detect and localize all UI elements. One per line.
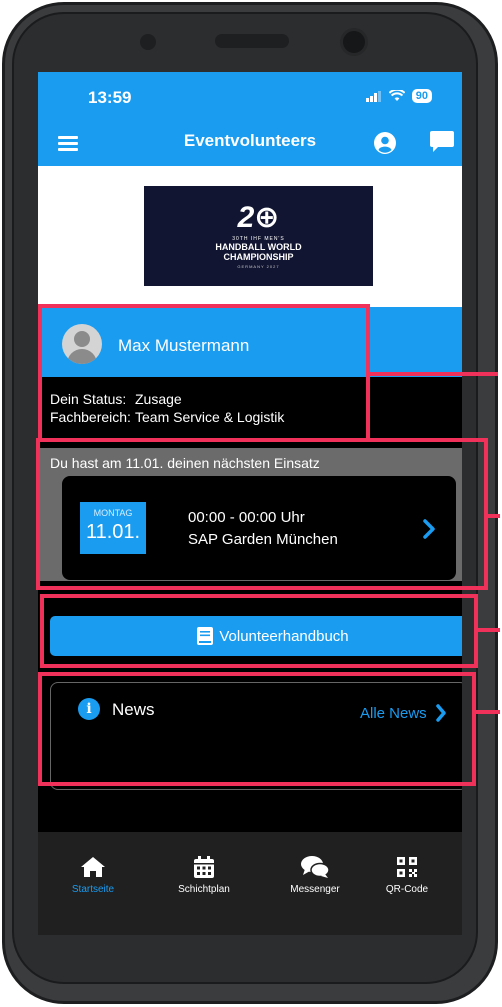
home-icon — [81, 857, 105, 877]
battery-level: 90 — [411, 89, 432, 103]
qr-code-icon — [397, 857, 417, 877]
event-logo: 2⊕ 30TH IHF MEN'S HANDBALL WORLD CHAMPIO… — [144, 186, 373, 286]
tab-startseite[interactable]: Startseite — [48, 850, 138, 895]
highlight-connector-news — [476, 710, 500, 714]
wifi-icon — [388, 90, 405, 101]
chat-bubbles-icon — [301, 856, 329, 878]
highlight-news — [38, 672, 476, 786]
chat-bubble-icon[interactable] — [430, 131, 454, 153]
logo-mark: 2⊕ — [237, 201, 280, 234]
highlight-connector-profile — [370, 372, 498, 376]
highlight-connector-handbook — [478, 628, 500, 632]
tab-messenger[interactable]: Messenger — [270, 850, 360, 895]
status-time: 13:59 — [88, 88, 132, 107]
highlight-handbook — [40, 594, 478, 668]
earpiece-speaker — [215, 34, 289, 48]
highlight-connector-assignment — [488, 514, 500, 518]
camera-lens — [340, 28, 368, 56]
calendar-icon — [194, 856, 214, 878]
front-camera — [140, 34, 156, 50]
user-circle-icon[interactable] — [374, 132, 396, 154]
status-icons: 90 — [365, 89, 432, 103]
app-title: Eventvolunteers — [183, 131, 317, 150]
app-header: Eventvolunteers — [38, 114, 462, 166]
signal-icon — [365, 90, 381, 102]
tab-schichtplan[interactable]: Schichtplan — [159, 850, 249, 895]
status-bar: 13:59 90 — [38, 72, 462, 114]
tab-qr-code[interactable]: QR-Code — [362, 850, 452, 895]
highlight-next-assignment — [36, 438, 488, 590]
highlight-profile — [38, 304, 370, 442]
event-banner-area: 2⊕ 30TH IHF MEN'S HANDBALL WORLD CHAMPIO… — [38, 166, 462, 307]
